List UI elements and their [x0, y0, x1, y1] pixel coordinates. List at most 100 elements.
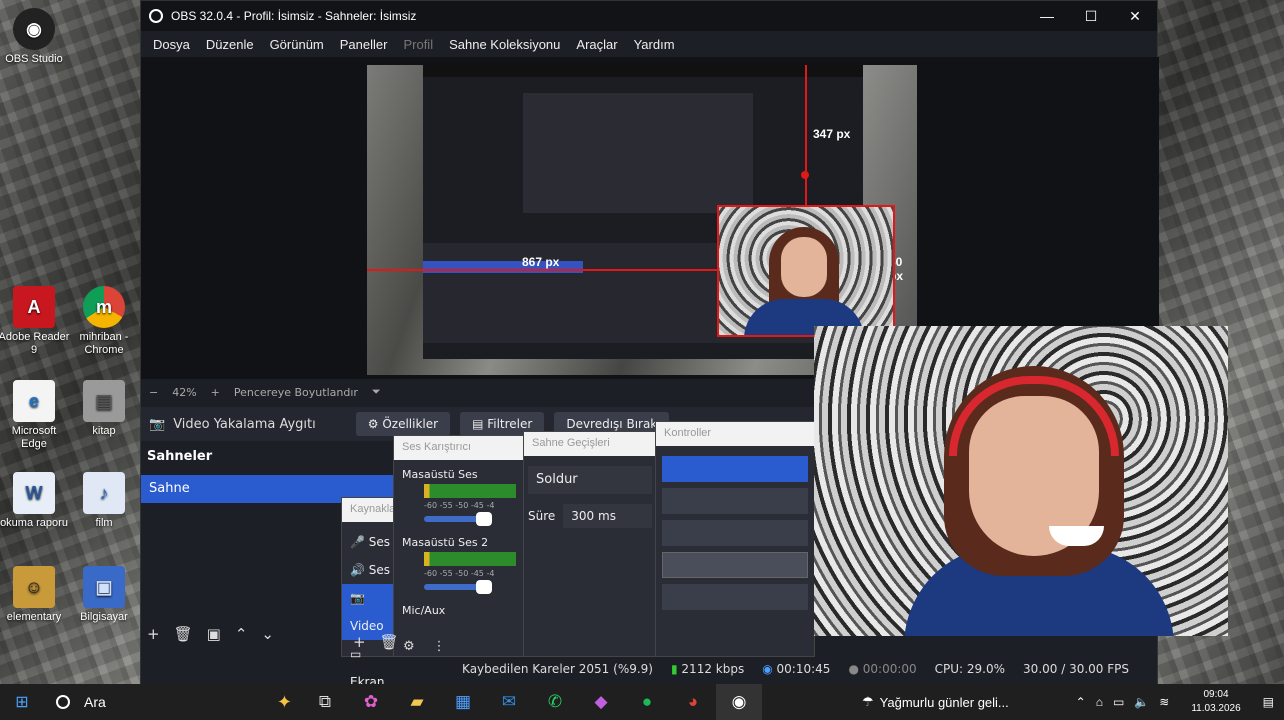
studio-mode-button[interactable]: [662, 552, 808, 578]
window-title: OBS 32.0.4 - Profil: İsimsiz - Sahneler:…: [171, 9, 417, 23]
cpu-usage: CPU: 29.0%: [934, 662, 1006, 676]
whatsapp-icon[interactable]: ✆: [532, 684, 578, 720]
battery-icon[interactable]: ▭: [1113, 695, 1124, 709]
selected-source-bounds[interactable]: [717, 205, 895, 337]
desktop-icon-kitap[interactable]: ▤ kitap: [68, 380, 140, 438]
record-timer: ● 00:00:00: [848, 662, 917, 676]
menu-duzenle[interactable]: Düzenle: [198, 37, 262, 52]
clock[interactable]: 09:04 11.03.2026: [1191, 688, 1240, 716]
zoom-out-button[interactable]: −: [149, 386, 158, 399]
document-icon: e: [13, 380, 55, 422]
selected-source-name: Video Yakalama Aygıtı: [173, 416, 316, 432]
menu-sahne-koleksiyonu[interactable]: Sahne Koleksiyonu: [441, 37, 568, 52]
rain-cloud-icon: ☂: [862, 694, 874, 709]
maximize-button[interactable]: ☐: [1069, 8, 1113, 25]
network-icon[interactable]: ⌂: [1096, 695, 1103, 709]
close-button[interactable]: ✕: [1113, 8, 1157, 25]
desktop-icon-bilgisayar[interactable]: ▣ Bilgisayar: [68, 566, 140, 624]
properties-button[interactable]: ⚙ Özellikler: [355, 412, 451, 436]
volume-meter: [424, 552, 516, 566]
clock-time: 09:04: [1203, 689, 1229, 700]
desktop-icon-adobe-reader[interactable]: A Adobe Reader 9: [0, 286, 70, 357]
remove-source-icon[interactable]: 🗑: [380, 633, 399, 651]
weather-widget[interactable]: ☂ Yağmurlu günler geli...: [862, 694, 1009, 710]
start-recording-button[interactable]: [662, 488, 808, 514]
file-explorer-icon[interactable]: ▰: [394, 684, 440, 720]
mixer-channel-desktop-2: Masaüstü Ses 2: [394, 528, 524, 549]
source-item-audio[interactable]: 🎤 Ses: [350, 528, 392, 556]
controls-header[interactable]: Kontroller: [656, 422, 814, 446]
meter-ticks: -60 -55 -50 -45 -4: [424, 569, 495, 578]
desktop-icon-label: mihriban - Chrome: [79, 331, 129, 356]
mail-icon[interactable]: ✉: [486, 684, 532, 720]
computer-icon: ▣: [83, 566, 125, 608]
menu-profil[interactable]: Profil: [395, 37, 441, 52]
media-file-icon: ♪: [83, 472, 125, 514]
camera-icon: 📷: [149, 416, 166, 432]
guide-handle[interactable]: [801, 171, 809, 179]
scenes-header: Sahneler: [147, 449, 213, 464]
slider-knob[interactable]: [476, 512, 492, 526]
zoom-in-button[interactable]: +: [211, 386, 220, 399]
desktop-icon-elementary[interactable]: ☺ elementary: [0, 566, 70, 624]
add-scene-icon[interactable]: +: [147, 625, 160, 643]
mixer-menu-icon[interactable]: ⋮: [433, 639, 446, 654]
virtual-camera-button[interactable]: [662, 520, 808, 546]
minimize-button[interactable]: —: [1025, 8, 1069, 25]
mixer-header[interactable]: Ses Karıştırıcı: [394, 436, 524, 460]
zoom-dropdown-icon[interactable]: ⏷: [372, 385, 381, 399]
sources-header[interactable]: Kaynaklar: [342, 498, 400, 522]
search-highlight-icon: ✦: [276, 691, 292, 712]
advanced-audio-icon[interactable]: ⚙: [403, 639, 415, 654]
menu-dosya[interactable]: Dosya: [145, 37, 198, 52]
guide-label-top: 347 px: [813, 127, 851, 141]
obs-taskbar-icon[interactable]: ◉: [716, 684, 762, 720]
transitions-header[interactable]: Sahne Geçişleri: [524, 432, 656, 456]
fps: 30.00 / 30.00 FPS: [1023, 662, 1129, 676]
menu-paneller[interactable]: Paneller: [332, 37, 396, 52]
volume-slider[interactable]: [424, 580, 492, 594]
guide-line-top: [805, 65, 807, 205]
scene-filter-icon[interactable]: ▣: [207, 625, 221, 643]
bitrate: ▮ 2112 kbps: [670, 662, 745, 676]
spotify-icon[interactable]: ●: [624, 684, 670, 720]
desktop-icon-chrome[interactable]: m mihriban - Chrome: [68, 286, 140, 357]
source-item-audio-2[interactable]: 🔊 Ses: [350, 556, 392, 584]
duration-input[interactable]: 300 ms: [563, 504, 652, 528]
desktop-icon-edge[interactable]: e Microsoft Edge: [0, 380, 70, 451]
taskbar-search[interactable]: Ara ✦: [44, 684, 302, 720]
volume-slider[interactable]: [424, 512, 492, 526]
task-view-icon[interactable]: ⧉: [302, 684, 348, 720]
desktop-icon-okuma-raporu[interactable]: W okuma raporu: [0, 472, 70, 530]
search-label: Ara: [84, 694, 106, 710]
wifi-icon[interactable]: ≋: [1159, 695, 1169, 709]
copilot-icon[interactable]: ✿: [348, 684, 394, 720]
store-icon[interactable]: ▦: [440, 684, 486, 720]
source-item-video[interactable]: 📷 Video: [342, 584, 400, 640]
adobe-reader-icon: A: [13, 286, 55, 328]
transition-type-select[interactable]: Soldur: [528, 466, 652, 494]
remove-scene-icon[interactable]: 🗑: [174, 625, 193, 643]
title-bar[interactable]: OBS 32.0.4 - Profil: İsimsiz - Sahneler:…: [141, 1, 1157, 31]
volume-icon[interactable]: 🔈: [1134, 695, 1149, 709]
start-streaming-button[interactable]: [662, 456, 808, 482]
desktop-icon-film[interactable]: ♪ film: [68, 472, 140, 530]
menu-araclar[interactable]: Araçlar: [568, 37, 625, 52]
move-up-icon[interactable]: ⌃: [235, 625, 248, 643]
move-down-icon[interactable]: ⌄: [261, 625, 274, 643]
chrome-taskbar-icon[interactable]: ◕: [670, 684, 716, 720]
menu-gorunum[interactable]: Görünüm: [262, 37, 332, 52]
windows-start-icon[interactable]: ⊞: [0, 692, 44, 712]
add-source-icon[interactable]: +: [353, 633, 366, 651]
zoom-value: 42%: [172, 385, 197, 399]
chevron-up-icon[interactable]: ⌃: [1076, 695, 1086, 709]
channel-name: Mic/Aux: [402, 604, 446, 617]
fit-to-window-button[interactable]: Pencereye Boyutlandır: [234, 386, 358, 399]
dropped-frames: Kaybedilen Kareler 2051 (%9.9): [462, 662, 653, 676]
settings-button[interactable]: [662, 584, 808, 610]
notifications-icon[interactable]: ▤: [1263, 695, 1274, 709]
slider-knob[interactable]: [476, 580, 492, 594]
m365-icon[interactable]: ◆: [578, 684, 624, 720]
menu-yardim[interactable]: Yardım: [626, 37, 683, 52]
desktop-icon-obs[interactable]: ◉ OBS Studio: [0, 8, 70, 66]
